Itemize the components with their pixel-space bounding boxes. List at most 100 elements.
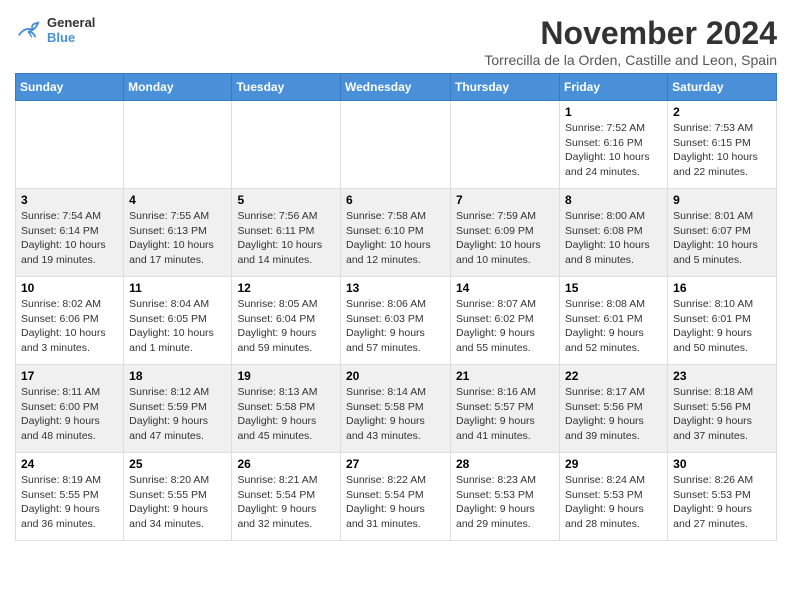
day-number: 18 — [129, 369, 226, 383]
day-info: Sunrise: 8:24 AMSunset: 5:53 PMDaylight:… — [565, 473, 662, 532]
col-header-sunday: Sunday — [16, 74, 124, 101]
day-number: 21 — [456, 369, 554, 383]
week-row-5: 24Sunrise: 8:19 AMSunset: 5:55 PMDayligh… — [16, 453, 777, 541]
day-number: 29 — [565, 457, 662, 471]
calendar-cell: 27Sunrise: 8:22 AMSunset: 5:54 PMDayligh… — [341, 453, 451, 541]
logo-text: General Blue — [47, 15, 95, 45]
day-number: 15 — [565, 281, 662, 295]
day-info: Sunrise: 7:59 AMSunset: 6:09 PMDaylight:… — [456, 209, 554, 268]
day-info: Sunrise: 8:04 AMSunset: 6:05 PMDaylight:… — [129, 297, 226, 356]
calendar-cell: 17Sunrise: 8:11 AMSunset: 6:00 PMDayligh… — [16, 365, 124, 453]
day-info: Sunrise: 8:06 AMSunset: 6:03 PMDaylight:… — [346, 297, 445, 356]
col-header-thursday: Thursday — [451, 74, 560, 101]
calendar-cell: 2 Sunrise: 7:53 AMSunset: 6:15 PMDaylight… — [668, 101, 777, 189]
day-number: 6 — [346, 193, 445, 207]
col-header-monday: Monday — [124, 74, 232, 101]
location-subtitle: Torrecilla de la Orden, Castille and Leo… — [484, 52, 777, 68]
day-number: 10 — [21, 281, 118, 295]
week-row-2: 3 Sunrise: 7:54 AMSunset: 6:14 PMDaylight… — [16, 189, 777, 277]
day-number: 4 — [129, 193, 226, 207]
calendar-cell: 14 Sunrise: 8:07 AMSunset: 6:02 PMDayligh… — [451, 277, 560, 365]
calendar-cell: 5 Sunrise: 7:56 AMSunset: 6:11 PMDaylight… — [232, 189, 341, 277]
day-number: 30 — [673, 457, 771, 471]
calendar-cell: 7 Sunrise: 7:59 AMSunset: 6:09 PMDaylight… — [451, 189, 560, 277]
page-header: General Blue November 2024 Torrecilla de… — [15, 15, 777, 68]
day-number: 13 — [346, 281, 445, 295]
day-info: Sunrise: 8:14 AMSunset: 5:58 PMDaylight:… — [346, 385, 445, 444]
week-row-1: 1 Sunrise: 7:52 AMSunset: 6:16 PMDaylight… — [16, 101, 777, 189]
calendar-cell: 12 Sunrise: 8:05 AMSunset: 6:04 PMDayligh… — [232, 277, 341, 365]
day-info: Sunrise: 8:05 AMSunset: 6:04 PMDaylight:… — [237, 297, 335, 356]
day-number: 28 — [456, 457, 554, 471]
day-number: 16 — [673, 281, 771, 295]
day-info: Sunrise: 7:53 AMSunset: 6:15 PMDaylight:… — [673, 121, 771, 180]
title-section: November 2024 Torrecilla de la Orden, Ca… — [484, 15, 777, 68]
day-number: 22 — [565, 369, 662, 383]
day-number: 20 — [346, 369, 445, 383]
col-header-friday: Friday — [560, 74, 668, 101]
day-number: 24 — [21, 457, 118, 471]
calendar-cell: 4Sunrise: 7:55 AMSunset: 6:13 PMDaylight… — [124, 189, 232, 277]
calendar-cell: 22 Sunrise: 8:17 AMSunset: 5:56 PMDayligh… — [560, 365, 668, 453]
day-number: 12 — [237, 281, 335, 295]
calendar-table: SundayMondayTuesdayWednesdayThursdayFrid… — [15, 73, 777, 541]
day-info: Sunrise: 8:12 AMSunset: 5:59 PMDaylight:… — [129, 385, 226, 444]
day-number: 14 — [456, 281, 554, 295]
calendar-cell: 1 Sunrise: 7:52 AMSunset: 6:16 PMDaylight… — [560, 101, 668, 189]
calendar-cell — [451, 101, 560, 189]
calendar-cell — [232, 101, 341, 189]
calendar-cell: 23Sunrise: 8:18 AMSunset: 5:56 PMDayligh… — [668, 365, 777, 453]
day-number: 23 — [673, 369, 771, 383]
day-number: 19 — [237, 369, 335, 383]
day-info: Sunrise: 8:21 AMSunset: 5:54 PMDaylight:… — [237, 473, 335, 532]
day-number: 8 — [565, 193, 662, 207]
calendar-cell — [124, 101, 232, 189]
day-info: Sunrise: 8:02 AMSunset: 6:06 PMDaylight:… — [21, 297, 118, 356]
calendar-cell: 21 Sunrise: 8:16 AMSunset: 5:57 PMDayligh… — [451, 365, 560, 453]
day-number: 27 — [346, 457, 445, 471]
week-row-3: 10 Sunrise: 8:02 AMSunset: 6:06 PMDayligh… — [16, 277, 777, 365]
day-number: 9 — [673, 193, 771, 207]
day-info: Sunrise: 8:00 AMSunset: 6:08 PMDaylight:… — [565, 209, 662, 268]
calendar-cell: 25Sunrise: 8:20 AMSunset: 5:55 PMDayligh… — [124, 453, 232, 541]
calendar-cell: 13 Sunrise: 8:06 AMSunset: 6:03 PMDayligh… — [341, 277, 451, 365]
day-info: Sunrise: 7:52 AMSunset: 6:16 PMDaylight:… — [565, 121, 662, 180]
col-header-saturday: Saturday — [668, 74, 777, 101]
day-info: Sunrise: 8:23 AMSunset: 5:53 PMDaylight:… — [456, 473, 554, 532]
calendar-cell: 29 Sunrise: 8:24 AMSunset: 5:53 PMDayligh… — [560, 453, 668, 541]
day-number: 7 — [456, 193, 554, 207]
week-row-4: 17Sunrise: 8:11 AMSunset: 6:00 PMDayligh… — [16, 365, 777, 453]
col-header-tuesday: Tuesday — [232, 74, 341, 101]
day-info: Sunrise: 8:10 AMSunset: 6:01 PMDaylight:… — [673, 297, 771, 356]
day-number: 1 — [565, 105, 662, 119]
calendar-cell: 18 Sunrise: 8:12 AMSunset: 5:59 PMDayligh… — [124, 365, 232, 453]
calendar-cell: 9Sunrise: 8:01 AMSunset: 6:07 PMDaylight… — [668, 189, 777, 277]
day-info: Sunrise: 7:56 AMSunset: 6:11 PMDaylight:… — [237, 209, 335, 268]
day-number: 5 — [237, 193, 335, 207]
day-info: Sunrise: 7:58 AMSunset: 6:10 PMDaylight:… — [346, 209, 445, 268]
logo-icon — [15, 19, 43, 41]
calendar-cell: 6 Sunrise: 7:58 AMSunset: 6:10 PMDaylight… — [341, 189, 451, 277]
day-number: 2 — [673, 105, 771, 119]
day-number: 3 — [21, 193, 118, 207]
calendar-cell: 10 Sunrise: 8:02 AMSunset: 6:06 PMDayligh… — [16, 277, 124, 365]
calendar-cell: 15 Sunrise: 8:08 AMSunset: 6:01 PMDayligh… — [560, 277, 668, 365]
month-title: November 2024 — [484, 15, 777, 52]
day-info: Sunrise: 8:11 AMSunset: 6:00 PMDaylight:… — [21, 385, 118, 444]
day-info: Sunrise: 8:07 AMSunset: 6:02 PMDaylight:… — [456, 297, 554, 356]
calendar-cell — [16, 101, 124, 189]
day-info: Sunrise: 8:17 AMSunset: 5:56 PMDaylight:… — [565, 385, 662, 444]
calendar-cell: 30Sunrise: 8:26 AMSunset: 5:53 PMDayligh… — [668, 453, 777, 541]
day-info: Sunrise: 7:54 AMSunset: 6:14 PMDaylight:… — [21, 209, 118, 268]
calendar-header-row: SundayMondayTuesdayWednesdayThursdayFrid… — [16, 74, 777, 101]
day-info: Sunrise: 8:13 AMSunset: 5:58 PMDaylight:… — [237, 385, 335, 444]
day-number: 11 — [129, 281, 226, 295]
calendar-cell: 20 Sunrise: 8:14 AMSunset: 5:58 PMDayligh… — [341, 365, 451, 453]
calendar-cell: 11 Sunrise: 8:04 AMSunset: 6:05 PMDayligh… — [124, 277, 232, 365]
day-info: Sunrise: 8:08 AMSunset: 6:01 PMDaylight:… — [565, 297, 662, 356]
calendar-cell: 28 Sunrise: 8:23 AMSunset: 5:53 PMDayligh… — [451, 453, 560, 541]
calendar-cell — [341, 101, 451, 189]
day-info: Sunrise: 8:16 AMSunset: 5:57 PMDaylight:… — [456, 385, 554, 444]
col-header-wednesday: Wednesday — [341, 74, 451, 101]
calendar-cell: 24Sunrise: 8:19 AMSunset: 5:55 PMDayligh… — [16, 453, 124, 541]
